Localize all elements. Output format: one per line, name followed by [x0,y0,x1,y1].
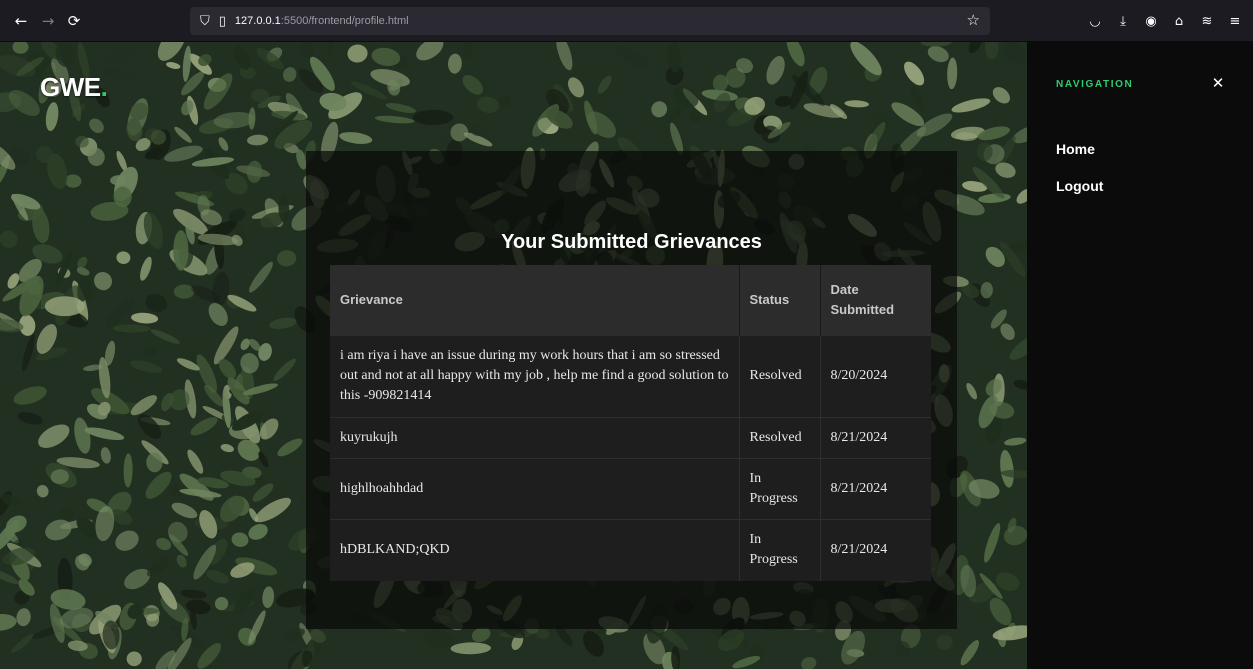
table-row: i am riya i have an issue during my work… [330,334,931,417]
grievance-cell: kuyrukujh [330,416,740,458]
table-row: kuyrukujh Resolved 8/21/2024 [330,416,931,458]
panel-title: Your Submitted Grievances [501,231,762,253]
account-icon[interactable]: ◉ [1139,10,1163,32]
status-cell: Resolved [739,416,821,458]
reload-icon[interactable]: ⟳ [63,10,85,32]
shield-icon[interactable]: ⛉ [200,14,210,29]
forward-arrow-icon[interactable]: → [37,10,59,32]
grievance-cell: i am riya i have an issue during my work… [330,334,740,417]
column-header-grievance: Grievance [330,265,740,335]
address-bar[interactable]: ⛉ ▯ 127.0.0.1 :5500/frontend/profile.htm… [190,7,990,35]
nav-link-logout[interactable]: Logout [1056,178,1103,194]
logo-dot: . [100,72,108,102]
pocket-icon[interactable]: ◡ [1083,10,1107,32]
page-icon[interactable]: ▯ [219,14,226,29]
toolbar-icons: ◡ ⤓ ◉ ⌂ ≋ ≡ [1083,10,1247,32]
table-row: highlhoahhdad In Progress 8/21/2024 [330,457,931,519]
close-icon[interactable]: ✕ [1209,74,1227,92]
column-header-date: Date Submitted [820,265,931,335]
url-path: :5500/frontend/profile.html [280,15,409,27]
hero-section: GWE. Your Submitted Grievances Grievance… [0,42,1027,669]
page: GWE. Your Submitted Grievances Grievance… [0,42,1253,669]
bookmark-star-icon[interactable]: ☆ [967,11,980,29]
menu-icon[interactable]: ≡ [1223,10,1247,32]
nav-link-home[interactable]: Home [1056,141,1095,157]
table-row: hDBLKAND;QKD In Progress 8/21/2024 [330,518,931,581]
grievances-table-container: Grievance Status Date Submitted i am riy… [330,265,931,581]
download-icon[interactable]: ⤓ [1111,10,1135,32]
nav-heading: NAVIGATION [1056,79,1134,90]
date-cell: 8/21/2024 [820,416,931,458]
date-cell: 8/21/2024 [820,518,931,581]
column-header-status: Status [739,265,821,335]
table-header-row: Grievance Status Date Submitted [330,265,931,335]
navigation-sidebar: NAVIGATION ✕ Home Logout [1027,42,1253,669]
date-cell: 8/20/2024 [820,334,931,417]
url-host: 127.0.0.1 [234,15,281,27]
status-cell: In Progress [739,518,821,581]
extensions-icon[interactable]: ⌂ [1167,10,1191,32]
status-cell: Resolved [739,334,821,417]
logo[interactable]: GWE. [40,72,108,103]
grievance-cell: highlhoahhdad [330,457,740,519]
logo-text: GWE [40,72,101,102]
date-cell: 8/21/2024 [820,457,931,519]
back-arrow-icon[interactable]: ← [10,10,32,32]
status-cell: In Progress [739,457,821,519]
grievance-cell: hDBLKAND;QKD [330,518,740,581]
grievances-panel: Your Submitted Grievances Grievance Stat… [306,151,957,629]
browser-toolbar: ← → ⟳ ⛉ ▯ 127.0.0.1 :5500/frontend/profi… [0,0,1253,42]
reader-icon[interactable]: ≋ [1195,10,1219,32]
grievances-table: Grievance Status Date Submitted i am riy… [330,265,931,581]
